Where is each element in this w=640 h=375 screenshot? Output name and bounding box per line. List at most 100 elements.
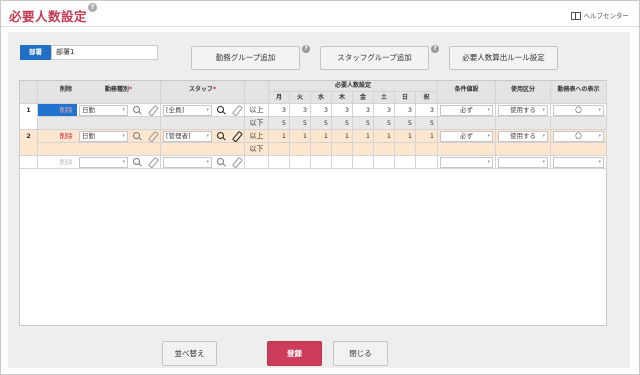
display-select[interactable]: ▾ bbox=[553, 157, 604, 168]
max-value-input[interactable]: 5 bbox=[416, 117, 438, 130]
condition-select[interactable]: ▾ bbox=[440, 157, 493, 168]
min-value-input[interactable]: 3 bbox=[332, 104, 353, 117]
edit-icon[interactable] bbox=[147, 105, 157, 115]
min-value-input[interactable]: 1 bbox=[416, 130, 438, 143]
max-value-input[interactable] bbox=[416, 143, 438, 156]
max-value-input[interactable] bbox=[311, 143, 332, 156]
max-value-input[interactable]: 5 bbox=[269, 117, 290, 130]
display-select-value: 〇 bbox=[575, 106, 582, 114]
min-value-input[interactable]: 3 bbox=[311, 104, 332, 117]
add-work-group-button[interactable]: 勤務グループ追加 bbox=[191, 46, 300, 70]
rule-settings-button[interactable]: 必要人数算出ルール設定 bbox=[449, 46, 558, 70]
empty-day-cell[interactable] bbox=[395, 156, 416, 169]
min-value-input[interactable]: 1 bbox=[353, 130, 374, 143]
max-value-input[interactable]: 5 bbox=[290, 117, 311, 130]
search-icon[interactable] bbox=[216, 157, 226, 167]
chevron-down-icon: ▾ bbox=[206, 107, 209, 113]
row-number: 2 bbox=[20, 130, 38, 156]
chevron-down-icon: ▾ bbox=[598, 159, 601, 165]
edit-icon[interactable] bbox=[147, 157, 157, 167]
min-value-input[interactable]: 3 bbox=[269, 104, 290, 117]
close-button[interactable]: 閉じる bbox=[333, 341, 388, 366]
chevron-down-icon: ▾ bbox=[122, 133, 125, 139]
condition-select[interactable]: 必ず ▾ bbox=[440, 131, 493, 142]
display-select[interactable]: 〇 ▾ bbox=[553, 131, 604, 142]
edit-icon[interactable] bbox=[231, 131, 241, 141]
min-value-input[interactable]: 3 bbox=[353, 104, 374, 117]
max-value-input[interactable] bbox=[269, 143, 290, 156]
min-value-input[interactable]: 1 bbox=[311, 130, 332, 143]
work-type-select[interactable]: 日勤 ▾ bbox=[79, 131, 128, 142]
work-group-help-icon[interactable]: ? bbox=[302, 45, 310, 53]
empty-day-cell[interactable] bbox=[353, 156, 374, 169]
display-select[interactable]: 〇 ▾ bbox=[553, 105, 604, 116]
min-value-input[interactable]: 1 bbox=[269, 130, 290, 143]
max-value-input[interactable]: 5 bbox=[353, 117, 374, 130]
work-type-spacer bbox=[77, 117, 161, 130]
header-day-3: 木 bbox=[332, 92, 353, 104]
empty-day-cell[interactable] bbox=[290, 156, 311, 169]
edit-icon[interactable] bbox=[231, 157, 241, 167]
work-type-spacer bbox=[77, 143, 161, 156]
max-value-input[interactable]: 5 bbox=[311, 117, 332, 130]
max-value-input[interactable] bbox=[353, 143, 374, 156]
header-day-7: 祝 bbox=[416, 92, 438, 104]
chevron-down-icon: ▾ bbox=[542, 133, 545, 139]
usage-select[interactable]: 使用する ▾ bbox=[498, 105, 548, 116]
min-value-input[interactable]: 1 bbox=[332, 130, 353, 143]
search-icon[interactable] bbox=[132, 157, 142, 167]
empty-day-cell[interactable] bbox=[311, 156, 332, 169]
max-value-input[interactable] bbox=[395, 143, 416, 156]
chevron-down-icon: ▾ bbox=[206, 159, 209, 165]
header-work-type: 勤務種別* bbox=[77, 81, 161, 104]
staff-select[interactable]: [管理者] ▾ bbox=[163, 131, 212, 142]
work-type-select[interactable]: 日勤 ▾ bbox=[79, 105, 128, 116]
search-icon[interactable] bbox=[216, 131, 226, 141]
empty-day-cell[interactable] bbox=[374, 156, 395, 169]
staff-group-help-icon[interactable]: ? bbox=[431, 45, 439, 53]
header-day-0: 月 bbox=[269, 92, 290, 104]
register-button[interactable]: 登録 bbox=[267, 341, 322, 366]
chevron-down-icon: ▾ bbox=[487, 133, 490, 139]
title-help-icon[interactable]: ? bbox=[88, 3, 97, 12]
max-value-input[interactable]: 5 bbox=[395, 117, 416, 130]
min-value-input[interactable]: 1 bbox=[395, 130, 416, 143]
search-icon[interactable] bbox=[132, 131, 142, 141]
display-spacer bbox=[551, 117, 607, 130]
edit-icon[interactable] bbox=[231, 105, 241, 115]
condition-select-value: 必ず bbox=[460, 132, 473, 140]
max-value-input[interactable] bbox=[290, 143, 311, 156]
work-type-select[interactable]: ▾ bbox=[79, 157, 128, 168]
row-number: 1 bbox=[20, 104, 38, 130]
max-value-input[interactable] bbox=[374, 143, 395, 156]
usage-select[interactable]: ▾ bbox=[498, 157, 548, 168]
empty-day-cell[interactable] bbox=[269, 156, 290, 169]
sort-button[interactable]: 並べ替え bbox=[162, 341, 217, 366]
min-value-input[interactable]: 3 bbox=[374, 104, 395, 117]
min-value-input[interactable]: 3 bbox=[290, 104, 311, 117]
add-staff-group-button[interactable]: スタッフグループ追加 bbox=[320, 46, 429, 70]
staff-select[interactable]: [全員] ▾ bbox=[163, 105, 212, 116]
required-mark: * bbox=[128, 86, 133, 93]
min-value-input[interactable]: 3 bbox=[416, 104, 438, 117]
min-value-input[interactable]: 1 bbox=[290, 130, 311, 143]
chevron-down-icon: ▾ bbox=[122, 159, 125, 165]
max-value-input[interactable] bbox=[332, 143, 353, 156]
search-icon[interactable] bbox=[132, 105, 142, 115]
search-icon[interactable] bbox=[216, 105, 226, 115]
edit-icon[interactable] bbox=[147, 131, 157, 141]
empty-day-cell[interactable] bbox=[416, 156, 438, 169]
help-center-label: ヘルプセンター bbox=[583, 12, 630, 20]
min-value-input[interactable]: 1 bbox=[374, 130, 395, 143]
help-center-link[interactable]: ヘルプセンター bbox=[570, 10, 630, 20]
chevron-down-icon: ▾ bbox=[598, 107, 601, 113]
max-value-input[interactable]: 5 bbox=[332, 117, 353, 130]
header-day-1: 火 bbox=[290, 92, 311, 104]
max-value-input[interactable]: 5 bbox=[374, 117, 395, 130]
usage-select[interactable]: 使用する ▾ bbox=[498, 131, 548, 142]
empty-day-cell[interactable] bbox=[332, 156, 353, 169]
department-field[interactable]: 部署1 bbox=[51, 45, 158, 60]
condition-select[interactable]: 必ず ▾ bbox=[440, 105, 493, 116]
staff-select[interactable]: ▾ bbox=[163, 157, 212, 168]
min-value-input[interactable]: 3 bbox=[395, 104, 416, 117]
